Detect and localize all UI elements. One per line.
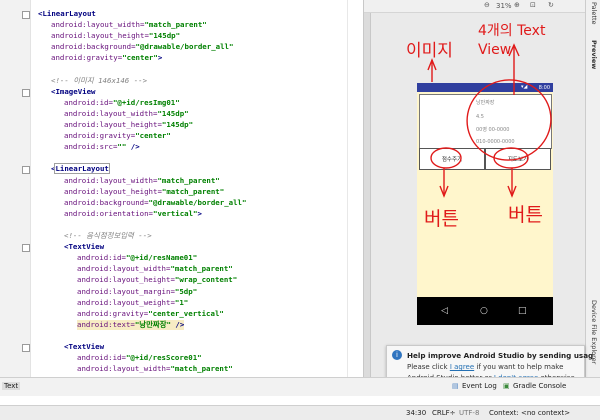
text-tab[interactable]: Text bbox=[2, 382, 21, 390]
code-line[interactable]: android:layout_width="match_parent" bbox=[64, 176, 220, 186]
code-line[interactable]: android:src="" /> bbox=[64, 142, 140, 152]
code-line[interactable]: <TextView bbox=[64, 242, 104, 252]
code-line[interactable]: android:id="@+id/resImg01" bbox=[64, 98, 180, 108]
code-line[interactable]: <LinearLayout bbox=[38, 9, 96, 19]
right-margin-guide bbox=[347, 0, 348, 377]
info-icon: i bbox=[392, 350, 402, 360]
event-log-tab[interactable]: Event Log bbox=[462, 382, 497, 390]
code-line[interactable]: android:layout_height="145dp" bbox=[64, 120, 193, 130]
code-line[interactable]: android:layout_height="145dp" bbox=[51, 31, 180, 41]
code-line[interactable]: android:id="@+id/resName01" bbox=[77, 253, 197, 263]
gradle-console-tab[interactable]: Gradle Console bbox=[513, 382, 566, 390]
event-log-icon: ▤ bbox=[452, 382, 459, 390]
fold-marker-icon[interactable] bbox=[22, 166, 30, 175]
annotation-image-label: 이미지 bbox=[406, 41, 453, 61]
fold-marker-icon[interactable] bbox=[22, 11, 30, 19]
annotation-textview-label: 4개의 Text View bbox=[478, 23, 546, 58]
file-encoding[interactable]: UTF-8 bbox=[459, 409, 479, 417]
agree-link[interactable]: I agree bbox=[450, 363, 474, 371]
annotation-button-left-label: 버튼 bbox=[424, 208, 459, 230]
fold-marker-icon[interactable] bbox=[22, 244, 30, 253]
palette-tab[interactable]: Palette bbox=[590, 2, 598, 25]
code-line[interactable]: <LinearLayout bbox=[51, 163, 110, 175]
code-line[interactable]: android:layout_width="match_parent" bbox=[77, 364, 233, 374]
notification-body-line1: Please click I agree if you want to help… bbox=[407, 363, 564, 371]
code-line[interactable]: android:background="@drawable/border_all… bbox=[64, 198, 246, 208]
editor-gutter bbox=[0, 0, 31, 377]
code-editor[interactable]: <LinearLayout android:layout_width="match… bbox=[0, 0, 358, 377]
code-line[interactable]: <!-- 음식점정보입력 --> bbox=[64, 231, 152, 241]
code-line[interactable]: android:layout_weight="1" bbox=[77, 298, 188, 308]
code-line[interactable]: <ImageView bbox=[51, 87, 96, 97]
right-tool-strip: Palette Preview Device File Explorer bbox=[585, 0, 600, 377]
code-line[interactable]: <!-- 이미지 146x146 --> bbox=[51, 76, 147, 86]
cursor-position[interactable]: 34:30 bbox=[406, 409, 426, 417]
code-line[interactable]: android:gravity="center"> bbox=[51, 53, 162, 63]
code-line[interactable]: android:layout_height="match_parent" bbox=[64, 187, 224, 197]
preview-tab[interactable]: Preview bbox=[590, 40, 598, 69]
gradle-console-icon: ▣ bbox=[503, 382, 510, 390]
code-line[interactable]: android:text="낭만짜장" /> bbox=[77, 319, 185, 330]
fold-marker-icon[interactable] bbox=[22, 88, 30, 97]
tool-window-bar: Text ▤ Event Log ▣ Gradle Console bbox=[0, 377, 600, 396]
line-separator[interactable]: CRLF÷ bbox=[432, 409, 456, 417]
status-bar: 34:30 CRLF÷ UTF-8 Context: <no context> bbox=[0, 405, 600, 420]
code-line[interactable]: android:orientation="vertical"> bbox=[64, 209, 202, 219]
layout-preview-panel[interactable]: ⊖ 31% ⊕ ⊡ ↻ ▾◢ 8:00 낭만짜장 4.5 00영 00-0000… bbox=[363, 0, 586, 377]
code-line[interactable]: android:background="@drawable/border_all… bbox=[51, 42, 233, 52]
annotation-button-right-label: 버튼 bbox=[508, 204, 543, 226]
code-line[interactable]: android:gravity="center_vertical" bbox=[77, 309, 224, 319]
code-line[interactable]: android:layout_width="match_parent" bbox=[77, 264, 233, 274]
code-line[interactable]: android:layout_margin="5dp" bbox=[77, 287, 197, 297]
code-line[interactable]: android:layout_width="145dp" bbox=[64, 109, 189, 119]
code-line[interactable]: android:layout_height="wrap_content" bbox=[77, 275, 237, 285]
fold-marker-icon[interactable] bbox=[22, 344, 30, 352]
code-line[interactable]: android:gravity="center" bbox=[64, 131, 171, 141]
code-line[interactable]: android:layout_width="match_parent" bbox=[51, 20, 207, 30]
code-line[interactable]: <TextView bbox=[64, 342, 104, 352]
code-line[interactable]: android:id="@+id/resScore01" bbox=[77, 353, 202, 363]
context-indicator[interactable]: Context: <no context> bbox=[489, 409, 570, 417]
notification-title: Help improve Android Studio by sending u… bbox=[407, 351, 594, 360]
